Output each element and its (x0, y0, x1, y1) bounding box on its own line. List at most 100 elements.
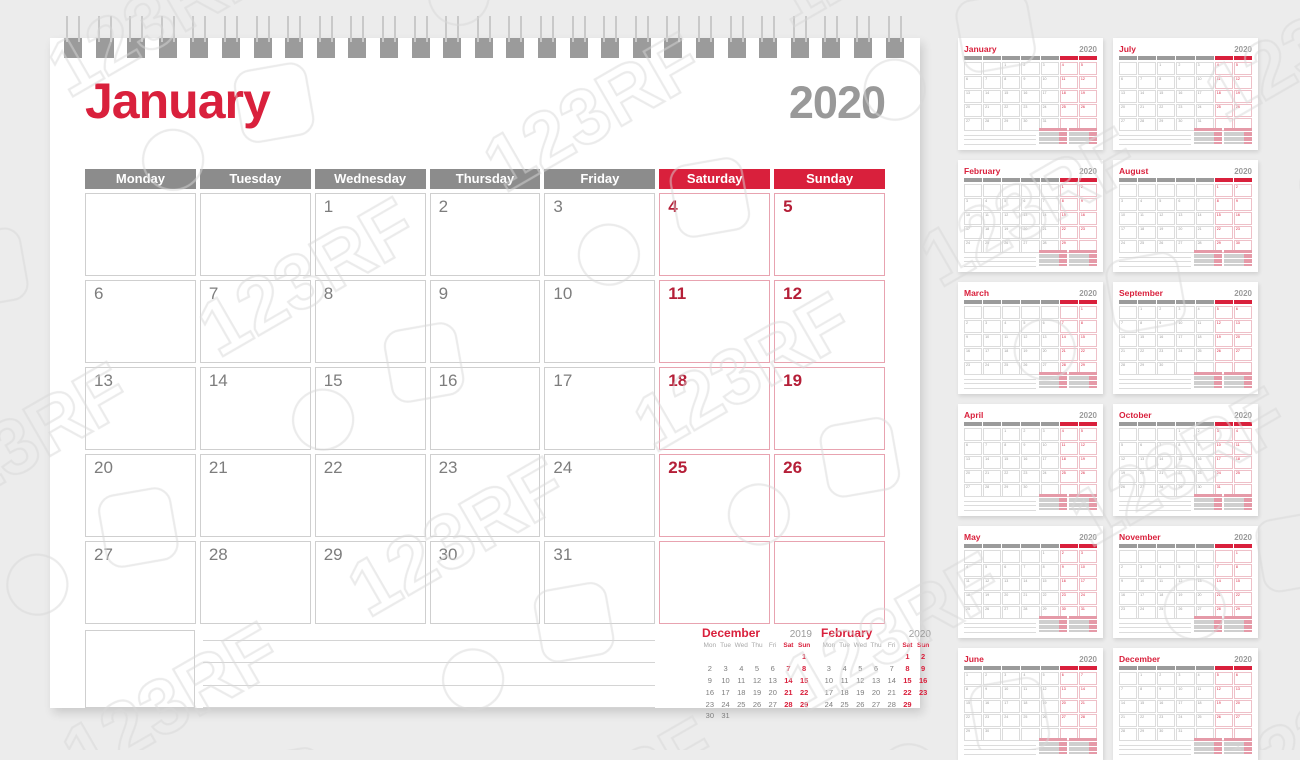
day-cell[interactable]: 25 (659, 454, 771, 537)
month-thumbnail-july[interactable]: July 2020 1 2 3 4 5 6 7 8 9 10 11 12 13 14 15 16 17 18 19 20 2… (1113, 38, 1258, 150)
thumbnail-day-cell (983, 184, 1002, 197)
thumbnail-year-label: 2020 (1234, 411, 1252, 420)
mini-weekday-header: Sun (798, 642, 811, 649)
day-cell[interactable]: 2 (429, 193, 541, 276)
day-cell[interactable]: 6 (85, 280, 196, 363)
mini-calendar-december: December 2019 Mon Tue Wed Thu Fri Sat Sun 1 2 3 4 5 6 7… (702, 626, 812, 722)
day-cell[interactable]: 8 (314, 280, 426, 363)
weekday-header-thursday: Thursday (429, 169, 541, 189)
day-cell[interactable]: 20 (85, 454, 196, 537)
thumbnail-day-cell: 9 (1157, 320, 1176, 333)
thumbnail-day-cell: 13 (1021, 212, 1040, 225)
month-thumbnail-april[interactable]: April 2020 1 2 3 4 5 6 7 8 9 10 11 12 13 14 15 16 17 18 19 20… (958, 404, 1103, 516)
day-cell[interactable]: 30 (429, 541, 541, 624)
thumbnail-day-cell: 21 (1021, 592, 1040, 605)
mini-day: 14 (887, 675, 896, 685)
thumbnail-day-cell: 16 (1195, 456, 1214, 469)
thumbnail-day-cell: 21 (983, 470, 1002, 483)
day-cell[interactable]: 26 (774, 454, 885, 537)
mini-day: 26 (752, 699, 762, 709)
thumbnail-month-label: August (1119, 166, 1149, 176)
thumbnail-day-grid: 1 2 3 4 5 6 7 8 9 10 11 12 13 14 15 16 17 18 19 20 21 22 23 24 2… (1119, 672, 1252, 741)
day-cell[interactable]: 21 (199, 454, 311, 537)
month-thumbnail-december[interactable]: December 2020 1 2 3 4 5 6 7 8 9 10 11 12 13 14 15 16 17 18 1… (1113, 648, 1258, 760)
thumbnail-day-cell (1157, 550, 1176, 563)
mini-weekday-header: Sun (917, 642, 930, 649)
thumbnail-day-cell: 27 (1233, 714, 1252, 727)
notes-lines[interactable] (203, 630, 655, 708)
day-cell[interactable]: 5 (774, 193, 885, 276)
thumbnail-day-cell: 6 (1195, 564, 1214, 577)
month-thumbnail-november[interactable]: November 2020 1 2 3 4 5 6 7 8 9 10 11 12 13 14 15 16 17 18 1… (1113, 526, 1258, 638)
thumbnail-day-cell: 19 (1021, 348, 1040, 361)
thumbnail-day-cell (1040, 306, 1059, 319)
thumbnail-notes-lines (1119, 128, 1191, 146)
thumbnail-day-cell: 13 (1059, 686, 1078, 699)
thumbnail-day-cell: 14 (1138, 90, 1157, 103)
day-number: 18 (668, 371, 688, 390)
spiral-coil-icon (190, 16, 209, 58)
thumbnail-weekday-row (964, 422, 1097, 426)
day-cell[interactable]: 13 (85, 367, 196, 450)
day-cell[interactable]: 3 (544, 193, 656, 276)
thumbnail-day-cell: 11 (1059, 76, 1078, 89)
day-cell[interactable]: 31 (544, 541, 656, 624)
mini-day: 27 (871, 699, 881, 709)
thumbnail-day-cell: 12 (1157, 212, 1176, 225)
mini-day: 9 (707, 675, 712, 685)
thumbnail-day-cell: 2 (1119, 564, 1138, 577)
month-thumbnail-august[interactable]: August 2020 1 2 3 4 5 6 7 8 9 10 11 12 13 14 15 16 17 18 19 2… (1113, 160, 1258, 272)
day-cell[interactable]: 14 (199, 367, 311, 450)
month-thumbnail-may[interactable]: May 2020 1 2 3 4 5 6 7 8 9 10 11 12 13 14 15 16 17 18 19 20 21… (958, 526, 1103, 638)
day-cell[interactable]: 27 (85, 541, 196, 624)
day-cell[interactable]: 12 (774, 280, 885, 363)
thumbnail-day-cell: 8 (1002, 76, 1021, 89)
thumbnail-day-cell: 27 (1059, 714, 1078, 727)
day-cell[interactable]: 4 (659, 193, 771, 276)
month-thumbnail-june[interactable]: June 2020 1 2 3 4 5 6 7 8 9 10 11 12 13 14 15 16 17 18 19 20 2… (958, 648, 1103, 760)
thumbnail-day-cell: 8 (1138, 686, 1157, 699)
thumbnail-day-grid: 1 2 3 4 5 6 7 8 9 10 11 12 13 14 15 16 17 18 19 20 21 22 23 24 2… (964, 428, 1097, 497)
day-cell[interactable]: 22 (314, 454, 426, 537)
day-number: 12 (783, 284, 803, 303)
page-title: January (85, 73, 271, 129)
thumbnail-day-cell: 14 (1078, 686, 1097, 699)
thumbnail-day-cell: 6 (1040, 320, 1059, 333)
day-cell[interactable]: 16 (429, 367, 541, 450)
month-thumbnail-february[interactable]: February 2020 1 2 3 4 5 6 7 8 9 10 11 12 13 14 15 16 17 18 1… (958, 160, 1103, 272)
day-cell[interactable]: 17 (544, 367, 656, 450)
month-thumbnail-january[interactable]: January 2020 1 2 3 4 5 6 7 8 9 10 11 12 13 14 15 16 17 18 19… (958, 38, 1103, 150)
day-number: 29 (323, 545, 343, 564)
thumbnail-day-cell: 21 (1119, 348, 1138, 361)
day-cell[interactable]: 24 (544, 454, 656, 537)
day-cell[interactable]: 7 (199, 280, 311, 363)
month-thumbnail-september[interactable]: September 2020 1 2 3 4 5 6 7 8 9 10 11 12 13 14 15 16 17 18… (1113, 282, 1258, 394)
day-cell[interactable]: 1 (314, 193, 426, 276)
thumbnail-day-cell: 25 (1233, 470, 1252, 483)
notes-box[interactable] (85, 630, 195, 708)
month-thumbnail-march[interactable]: March 2020 1 2 3 4 5 6 7 8 9 10 11 12 13 14 15 16 17 18 19 20… (958, 282, 1103, 394)
day-cell[interactable]: 9 (429, 280, 541, 363)
day-cell[interactable]: 19 (774, 367, 885, 450)
day-cell[interactable]: 15 (314, 367, 426, 450)
mini-day-empty (749, 651, 765, 663)
month-thumbnail-october[interactable]: October 2020 1 2 3 4 5 6 7 8 9 10 11 12 13 14 15 16 17 18 19… (1113, 404, 1258, 516)
mini-weekday-header: Sat (902, 642, 913, 649)
thumbnail-weekday-row (964, 666, 1097, 670)
thumbnail-day-cell: 2 (983, 672, 1002, 685)
thumbnail-day-cell (983, 550, 1002, 563)
day-number: 20 (94, 458, 113, 477)
day-cell[interactable]: 11 (659, 280, 771, 363)
thumbnail-day-cell (983, 306, 1002, 319)
thumbnail-weekday-row (1119, 666, 1252, 670)
thumbnail-day-cell: 8 (1078, 320, 1097, 333)
day-cell[interactable]: 23 (429, 454, 541, 537)
day-cell[interactable]: 10 (544, 280, 656, 363)
mini-day-empty (868, 651, 884, 663)
day-cell[interactable]: 28 (199, 541, 311, 624)
day-cell[interactable]: 29 (314, 541, 426, 624)
thumbnail-day-cell: 9 (964, 334, 983, 347)
thumbnail-day-cell: 7 (1119, 320, 1138, 333)
day-cell[interactable]: 18 (659, 367, 771, 450)
spiral-coil-icon (538, 16, 556, 58)
